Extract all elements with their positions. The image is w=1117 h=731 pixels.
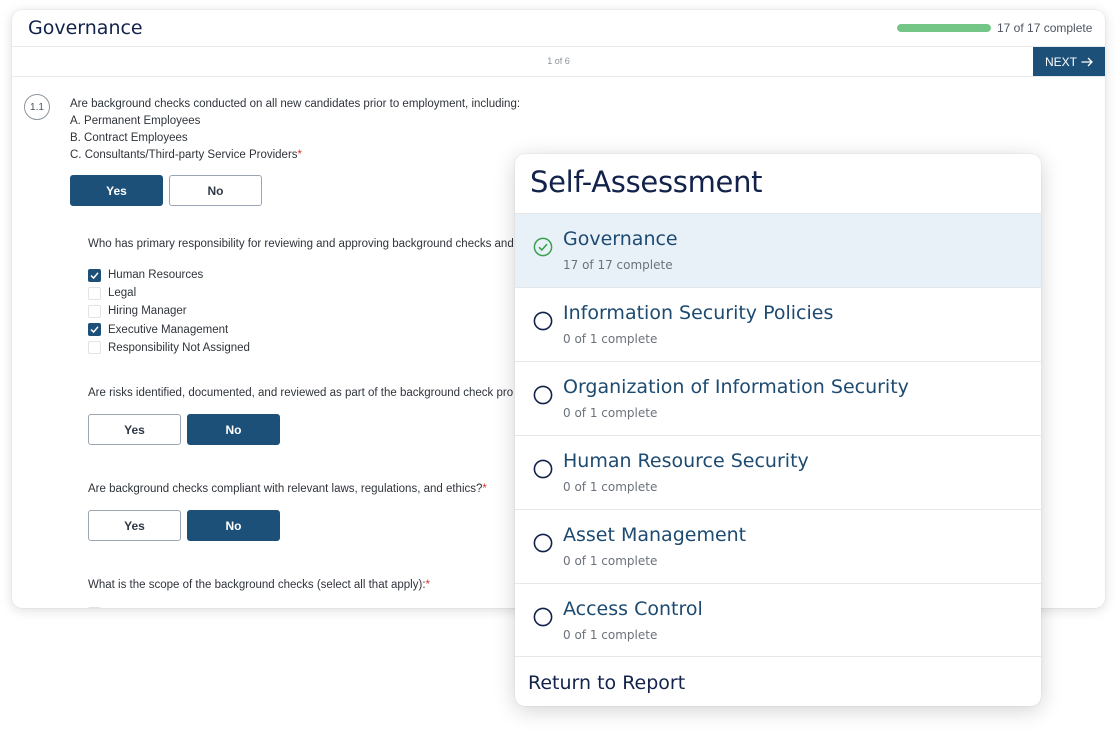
checkbox[interactable]	[88, 304, 101, 318]
checklist-option-label: Legal	[108, 287, 137, 300]
required-asterisk: *	[425, 579, 430, 591]
self-assessment-panel: Self-Assessment Governance 17 of 17 comp…	[515, 154, 1041, 706]
question-1-yes-button[interactable]: Yes	[70, 175, 163, 206]
checklist-option-human-resources[interactable]: Human Resources	[88, 266, 250, 284]
checklist-option-responsibility-not-assigned[interactable]: Responsibility Not Assigned	[88, 339, 250, 357]
checkbox[interactable]	[88, 323, 101, 337]
question-1-answer-group: Yes No	[70, 175, 262, 206]
empty-circle-icon	[533, 311, 553, 331]
question-4-yes-button[interactable]: Yes	[88, 510, 181, 541]
section-name: Organization of Information Security	[563, 376, 909, 398]
checkbox[interactable]	[88, 607, 101, 608]
question-4-label: Are background checks compliant with rel…	[88, 483, 483, 495]
section-count: 0 of 1 complete	[563, 628, 658, 642]
question-3-answer-group: Yes No	[88, 414, 280, 445]
checkbox[interactable]	[88, 341, 101, 355]
section-item-access-control[interactable]: Access Control 0 of 1 complete	[515, 583, 1041, 657]
question-1-text: Are background checks conducted on all n…	[70, 96, 520, 164]
question-5-label: What is the scope of the background chec…	[88, 579, 426, 591]
question-4-answer-group: Yes No	[88, 510, 280, 541]
return-to-report-label: Return to Report	[528, 672, 686, 694]
checklist-option-label: Hiring Manager	[108, 305, 187, 318]
question-1-no-button[interactable]: No	[169, 175, 262, 206]
section-name: Access Control	[563, 598, 703, 620]
section-item-organization-of-information-security[interactable]: Organization of Information Security 0 o…	[515, 361, 1041, 435]
pagination-bar: 1 of 6 NEXT	[12, 47, 1105, 77]
arrow-right-icon	[1081, 57, 1093, 66]
section-item-human-resource-security[interactable]: Human Resource Security 0 of 1 complete	[515, 435, 1041, 509]
section-count: 17 of 17 complete	[563, 258, 673, 272]
progress-bar	[897, 24, 991, 32]
question-2-text: Who has primary responsibility for revie…	[88, 238, 514, 250]
question-3-yes-button[interactable]: Yes	[88, 414, 181, 445]
checklist-option-executive-management[interactable]: Executive Management	[88, 321, 250, 339]
checkmark-icon	[90, 326, 99, 334]
checklist-option-legal[interactable]: Legal	[88, 284, 250, 302]
section-title: Governance	[28, 17, 143, 39]
checklist-option-label: Responsibility Not Assigned	[108, 341, 250, 354]
empty-circle-icon	[533, 459, 553, 479]
page-indicator: 1 of 6	[547, 56, 570, 66]
question-3-no-button[interactable]: No	[187, 414, 280, 445]
required-asterisk: *	[482, 483, 487, 495]
required-asterisk: *	[297, 149, 303, 161]
section-count: 0 of 1 complete	[563, 554, 658, 568]
question-3-text: Are risks identified, documented, and re…	[88, 387, 514, 399]
progress-bar-fill	[897, 24, 991, 32]
section-name: Human Resource Security	[563, 450, 809, 472]
checkbox[interactable]	[88, 286, 101, 300]
panel-title: Self-Assessment	[530, 165, 763, 199]
question-5-text: What is the scope of the background chec…	[88, 579, 430, 591]
question-4-text: Are background checks compliant with rel…	[88, 483, 487, 495]
next-button[interactable]: NEXT	[1033, 47, 1105, 76]
checklist-option-label: Human Resources	[108, 269, 204, 282]
checkmark-icon	[90, 271, 99, 279]
section-list: Governance 17 of 17 complete Information…	[515, 213, 1041, 657]
section-item-governance[interactable]: Governance 17 of 17 complete	[515, 213, 1041, 287]
question-4-no-button[interactable]: No	[187, 510, 280, 541]
next-button-label: NEXT	[1044, 54, 1077, 69]
return-to-report-link[interactable]: Return to Report	[515, 656, 1041, 706]
questionnaire-header: Governance 17 of 17 complete	[12, 10, 1105, 47]
question-number-badge: 1.1	[24, 94, 50, 120]
section-item-asset-management[interactable]: Asset Management 0 of 1 complete	[515, 509, 1041, 583]
empty-circle-icon	[533, 533, 553, 553]
question-2-checklist: Human Resources Legal Hiring Manager Exe…	[88, 266, 250, 357]
empty-circle-icon	[533, 607, 553, 627]
section-name: Information Security Policies	[563, 302, 834, 324]
question-1-line: B. Contract Employees	[70, 132, 188, 144]
checklist-option-label: Executive Management	[108, 323, 229, 336]
section-name: Governance	[563, 228, 678, 250]
section-count: 0 of 1 complete	[563, 480, 658, 494]
question-1-line: A. Permanent Employees	[70, 115, 201, 127]
empty-circle-icon	[533, 385, 553, 405]
section-count: 0 of 1 complete	[563, 332, 658, 346]
progress-text: 17 of 17 complete	[997, 21, 1093, 35]
question-1-line: Are background checks conducted on all n…	[70, 98, 521, 110]
question-1-line-text: C. Consultants/Third-party Service Provi…	[70, 149, 298, 161]
section-count: 0 of 1 complete	[563, 406, 658, 420]
checkbox[interactable]	[88, 268, 101, 282]
question-1-line: C. Consultants/Third-party Service Provi…	[70, 147, 520, 164]
check-circle-icon	[533, 237, 553, 257]
checklist-option-hiring-manager[interactable]: Hiring Manager	[88, 302, 250, 320]
section-item-information-security-policies[interactable]: Information Security Policies 0 of 1 com…	[515, 287, 1041, 361]
section-name: Asset Management	[563, 524, 747, 546]
